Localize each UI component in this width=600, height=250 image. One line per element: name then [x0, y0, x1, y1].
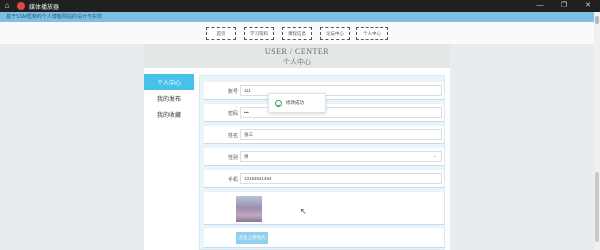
row-phone: 手机 13154541454: [204, 170, 444, 188]
name-field[interactable]: 张三: [240, 129, 442, 140]
page-scrollbar[interactable]: [594, 12, 600, 250]
chevron-down-icon: ⌄: [432, 153, 437, 159]
site-banner: 基于SSM框架的个人博客网站的设计与实现: [0, 12, 600, 22]
sidebar-item-profile[interactable]: 个人中心: [144, 74, 194, 90]
close-icon[interactable]: ✕: [576, 0, 600, 12]
nav-item-home[interactable]: 首页: [206, 27, 236, 40]
row-gender: 性别 男 ⌄: [204, 148, 444, 166]
scrollbar-up[interactable]: [595, 16, 599, 24]
row-upload: 点击上传照片: [204, 228, 444, 248]
page-header: USER / CENTER 个人中心: [144, 44, 450, 68]
mouse-cursor-icon: ↖: [300, 207, 307, 216]
gender-value: 男: [244, 154, 249, 159]
password-label: 密码: [227, 111, 238, 117]
window-title: 媒体播放器: [29, 4, 60, 11]
gender-select[interactable]: 男 ⌄: [240, 151, 442, 162]
row-name: 姓名 张三: [204, 126, 444, 144]
restore-icon[interactable]: ❐: [552, 0, 576, 12]
smile-icon: [275, 99, 282, 107]
home-icon[interactable]: ⌂: [0, 0, 14, 12]
minimize-icon[interactable]: —: [528, 0, 552, 12]
account-label: 账号: [227, 89, 238, 95]
user-center-page: USER / CENTER 个人中心 个人中心 我的发布 我的收藏 账号 111…: [144, 44, 450, 250]
nav-item-user-center[interactable]: 个人中心: [356, 27, 388, 40]
sidebar-item-my-posts[interactable]: 我的发布: [144, 90, 194, 106]
sidebar-item-my-favorites[interactable]: 我的收藏: [144, 106, 194, 122]
nav-item-forum[interactable]: 论坛中心: [320, 27, 350, 40]
toast-message: 修改成功: [286, 100, 304, 105]
avatar: [236, 196, 262, 222]
name-label: 姓名: [227, 133, 238, 139]
site-tagline: 基于SSM框架的个人博客网站的设计与实现: [6, 14, 102, 20]
nav-item-study-materials[interactable]: 学习资料: [244, 27, 274, 40]
window-titlebar: ⌂ 媒体播放器 — ❐ ✕: [0, 0, 600, 12]
page-title-cn: 个人中心: [283, 59, 311, 66]
nav-item-course-info[interactable]: 课程信息: [282, 27, 312, 40]
page-title-en: USER / CENTER: [264, 47, 330, 56]
phone-label: 手机: [227, 177, 238, 183]
user-sidebar: 个人中心 我的发布 我的收藏: [144, 74, 194, 122]
gender-label: 性别: [227, 155, 238, 161]
main-nav: 首页 学习资料 课程信息 论坛中心 个人中心: [0, 22, 600, 44]
row-avatar: [204, 192, 444, 225]
scrollbar-thumb[interactable]: [595, 172, 599, 242]
phone-field[interactable]: 13154541454: [240, 173, 442, 184]
upload-photo-button[interactable]: 点击上传照片: [236, 232, 268, 244]
success-toast: 修改成功: [268, 93, 326, 113]
window-controls: — ❐ ✕: [528, 0, 600, 12]
media-player-app-icon: [17, 2, 25, 10]
